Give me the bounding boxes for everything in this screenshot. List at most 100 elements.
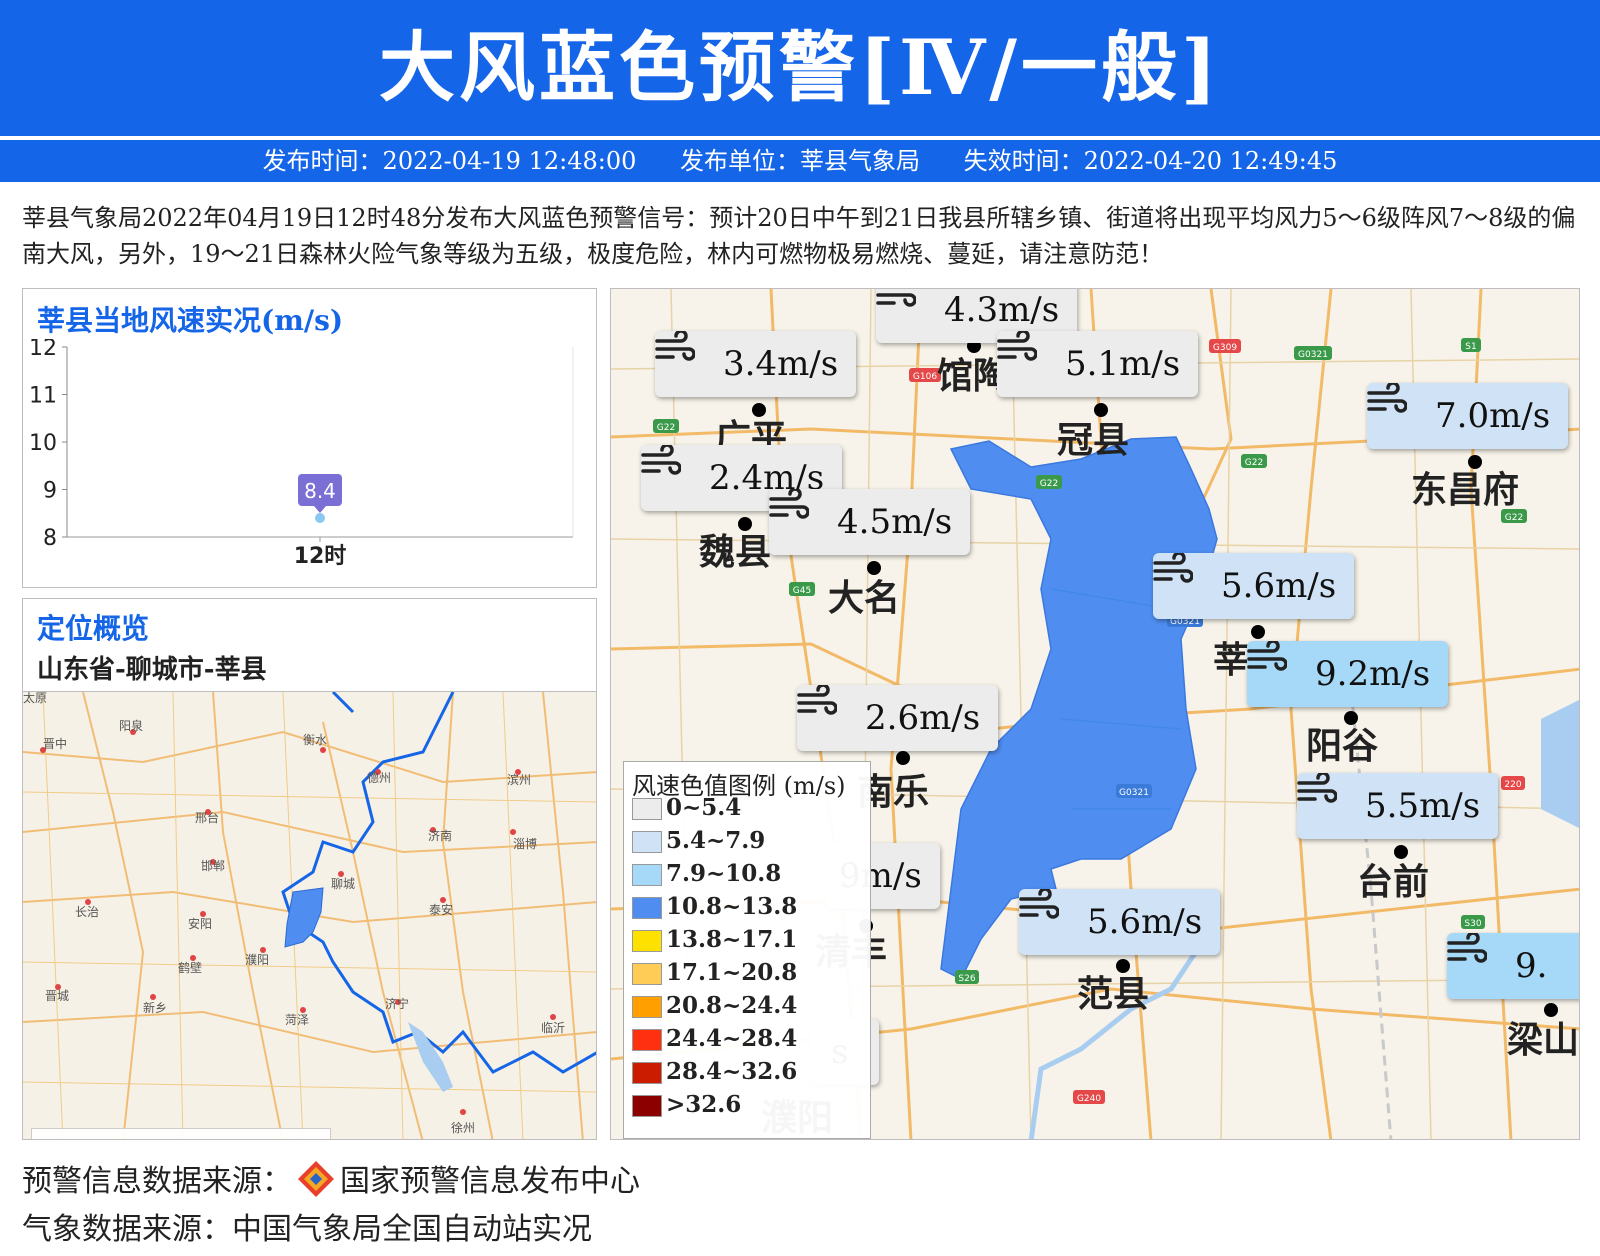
location-panel-title: 定位概览 — [37, 612, 150, 645]
y-tick-label: 12 — [29, 339, 57, 361]
svg-text:德州: 德州 — [367, 770, 391, 785]
city-label-dongchangfu: 东昌府 — [1411, 470, 1520, 511]
svg-text:邢台: 邢台 — [195, 810, 219, 825]
weather-data-source: 气象数据来源：中国气象局全国自动站实况 — [22, 1212, 592, 1247]
wind-station-value: 9. — [1515, 946, 1548, 986]
svg-text:G22: G22 — [1505, 513, 1523, 523]
wind-station-value: 2.6m/s — [865, 698, 981, 738]
overview-legend-title: 图例 — [50, 1133, 118, 1139]
svg-text:长治: 长治 — [75, 905, 99, 919]
wind-icon — [655, 331, 717, 379]
wind-station-value: 5.1m/s — [1065, 344, 1181, 384]
wind-station-value: 7.0m/s — [1435, 396, 1551, 436]
data-point — [315, 513, 325, 523]
y-tick-label: 11 — [29, 384, 57, 409]
wind-icon — [797, 685, 859, 733]
location-panel: 定位概览 山东省-聊城市-莘县 太原 阳泉 晋中 衡水 德州 滨州 邢台 济南 … — [22, 598, 597, 1140]
warning-description: 莘县气象局2022年04月19日12时48分发布大风蓝色预警信号：预计20日中午… — [22, 204, 1576, 268]
overview-legend: 图例 国界 省界 — [31, 1128, 331, 1139]
city-label-guanxian: 冠县 — [1057, 420, 1130, 461]
color-legend-label: 24.4~28.4 — [666, 1025, 798, 1052]
svg-text:聊城: 聊城 — [331, 877, 355, 891]
color-legend-label: 10.8~13.8 — [666, 893, 798, 920]
wind-station-4[interactable]: 7.0m/s — [1367, 383, 1569, 449]
wind-station-3[interactable]: 5.1m/s — [997, 331, 1199, 397]
wind-icon — [997, 331, 1059, 379]
wind-speed-chart: 8 9 10 11 12 12时 8.4 — [29, 339, 574, 569]
color-legend-label: 5.4~7.9 — [666, 827, 766, 854]
warning-data-source: 预警信息数据来源： 国家预警信息发布中心 — [22, 1156, 640, 1200]
color-legend-label: 17.1~20.8 — [666, 959, 798, 986]
color-legend-label: 13.8~17.1 — [666, 926, 798, 953]
wind-station-value: 5.5m/s — [1365, 786, 1481, 826]
city-label-fanxian: 范县 — [1077, 974, 1150, 1015]
wind-station-value: 5.6m/s — [1087, 902, 1203, 942]
city-label-taiqian: 台前 — [1357, 862, 1430, 903]
issue-time: 发布时间：2022-04-19 12:48:00 — [262, 147, 637, 175]
wind-station-2[interactable]: 3.4m/s — [655, 331, 857, 397]
city-label-yanggu: 阳谷 — [1306, 726, 1379, 767]
svg-text:济南: 济南 — [428, 828, 452, 843]
color-swatch — [632, 831, 662, 853]
wind-icon — [769, 489, 831, 537]
wind-station-12[interactable]: 5.6m/s — [1019, 889, 1221, 955]
color-swatch — [632, 963, 662, 985]
wind-station-8[interactable]: 9.2m/s — [1247, 641, 1449, 707]
wind-station-value: 5.6m/s — [1221, 566, 1337, 606]
svg-text:S1: S1 — [1465, 342, 1476, 352]
color-swatch — [632, 1095, 662, 1117]
color-swatch — [632, 1062, 662, 1084]
wind-icon — [1153, 553, 1215, 601]
svg-text:淄博: 淄博 — [513, 836, 537, 851]
svg-text:濮阳: 濮阳 — [245, 952, 269, 967]
warning-source-label: 预警信息数据来源： — [22, 1164, 292, 1199]
svg-text:徐州: 徐州 — [451, 1120, 475, 1135]
wind-icon — [876, 291, 938, 325]
color-legend-label: 20.8~24.4 — [666, 992, 798, 1019]
warning-meta-bar: 发布时间：2022-04-19 12:48:00 发布单位：莘县气象局 失效时间… — [0, 140, 1600, 182]
y-tick-label: 10 — [29, 431, 57, 456]
overview-map-canvas: 太原 阳泉 晋中 衡水 德州 滨州 邢台 济南 淄博 邯郸 聊城 长治 安阳 泰… — [23, 690, 596, 1139]
svg-text:G106: G106 — [913, 372, 937, 382]
svg-text:G22: G22 — [1040, 479, 1058, 489]
location-path: 山东省-聊城市-莘县 — [37, 655, 267, 685]
wind-icon — [641, 445, 703, 493]
warning-area-map[interactable]: G106 G309 G0321 S1 G22 G22 G22 G22 G45 G… — [610, 288, 1580, 1140]
overview-map[interactable]: 太原 阳泉 晋中 衡水 德州 滨州 邢台 济南 淄博 邯郸 聊城 长治 安阳 泰… — [23, 690, 596, 1139]
color-swatch — [632, 1029, 662, 1051]
wind-panel-title: 莘县当地风速实况(m/s) — [37, 304, 344, 337]
wind-station-value: 3.4m/s — [723, 344, 839, 384]
city-label-daming: 大名 — [828, 578, 901, 619]
wind-station-10[interactable]: 5.5m/s — [1297, 773, 1499, 839]
warning-source-name[interactable]: 国家预警信息发布中心 — [340, 1164, 640, 1199]
svg-text:G309: G309 — [1213, 343, 1237, 353]
city-label-weixian: 魏县 — [699, 532, 772, 573]
wind-station-value: 9.2m/s — [1315, 654, 1431, 694]
wind-color-legend: 风速色值图例 (m/s) 0~5.4 5.4~7.9 7.9~10.8 10.8… — [623, 761, 871, 1139]
wind-speed-panel: 莘县当地风速实况(m/s) 8 9 10 11 12 12时 8.4 — [22, 288, 597, 588]
svg-text:新乡: 新乡 — [143, 1000, 167, 1015]
warning-center-logo-icon — [298, 1161, 334, 1197]
wind-station-13[interactable]: 9. — [1447, 933, 1579, 999]
wind-icon — [1019, 889, 1081, 937]
data-label: 8.4 — [304, 479, 336, 503]
svg-text:菏泽: 菏泽 — [285, 1013, 309, 1027]
wind-icon — [1247, 641, 1309, 689]
color-swatch — [632, 864, 662, 886]
color-legend-label: 7.9~10.8 — [666, 860, 782, 887]
svg-text:安阳: 安阳 — [188, 916, 212, 931]
wind-station-value: 4.3m/s — [944, 290, 1060, 330]
svg-text:S26: S26 — [958, 974, 975, 984]
wind-station-7[interactable]: 5.6m/s — [1153, 553, 1355, 619]
expire-time: 失效时间：2022-04-20 12:49:45 — [963, 147, 1338, 175]
svg-text:晋中: 晋中 — [43, 736, 67, 751]
wind-icon — [1447, 933, 1509, 981]
issuer: 发布单位：莘县气象局 — [680, 147, 920, 175]
wind-station-9[interactable]: 2.6m/s — [797, 685, 999, 751]
svg-text:临沂: 临沂 — [541, 1021, 565, 1035]
wind-station-value: 4.5m/s — [837, 502, 953, 542]
wind-station-6[interactable]: 4.5m/s — [769, 489, 971, 555]
color-swatch — [632, 798, 662, 820]
color-swatch — [632, 996, 662, 1018]
svg-text:G22: G22 — [657, 423, 675, 433]
